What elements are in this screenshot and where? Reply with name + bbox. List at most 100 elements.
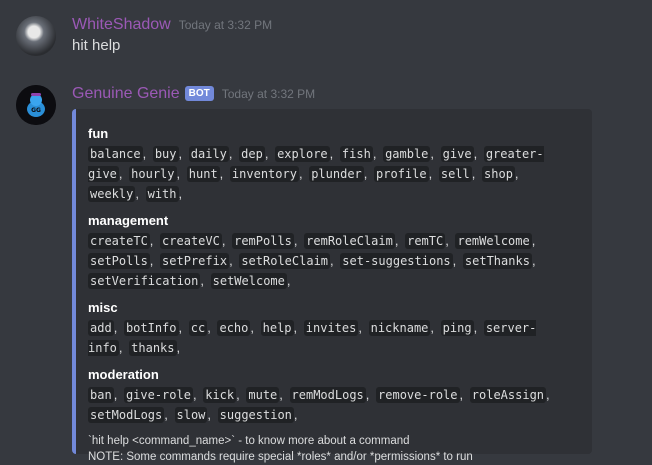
separator: , — [118, 340, 123, 355]
command-suggestion: suggestion — [217, 407, 294, 423]
separator: , — [298, 166, 303, 181]
field-value: add, botInfo, cc, echo, help, invites, n… — [88, 318, 558, 358]
timestamp: Today at 3:32 PM — [178, 18, 273, 32]
command-remWelcome: remWelcome — [455, 233, 532, 249]
separator: , — [279, 387, 283, 402]
command-remModLogs: remModLogs — [289, 387, 366, 403]
command-add: add — [88, 320, 114, 336]
separator: , — [445, 233, 449, 248]
separator: , — [178, 186, 183, 201]
separator: , — [221, 233, 226, 248]
user-avatar[interactable] — [16, 16, 56, 56]
separator: , — [178, 146, 183, 161]
separator: , — [176, 340, 181, 355]
separator: , — [514, 166, 519, 181]
command-setWelcome: setWelcome — [210, 273, 287, 289]
separator: , — [250, 320, 254, 335]
separator: , — [228, 146, 233, 161]
command-setPrefix: setPrefix — [160, 253, 230, 269]
command-help: help — [260, 320, 294, 336]
command-setThanks: setThanks — [462, 253, 532, 269]
separator: , — [118, 166, 123, 181]
command-balance: balance — [88, 146, 143, 162]
separator: , — [473, 146, 478, 161]
separator: , — [365, 387, 370, 402]
command-slow: slow — [174, 407, 208, 423]
command-setRoleClaim: setRoleClaim — [239, 253, 331, 269]
field-name: misc — [88, 300, 118, 315]
command-createVC: createVC — [160, 233, 222, 249]
bot-avatar[interactable]: GG — [16, 85, 56, 125]
separator: , — [372, 146, 377, 161]
separator: , — [264, 146, 269, 161]
separator: , — [142, 146, 147, 161]
separator: , — [329, 146, 334, 161]
footer-line-note: NOTE: Some commands require special *rol… — [88, 451, 473, 463]
command-kick: kick — [203, 387, 237, 403]
separator: , — [219, 166, 224, 181]
command-echo: echo — [217, 320, 251, 336]
separator: , — [286, 273, 291, 288]
command-botInfo: botInfo — [123, 320, 179, 336]
username[interactable]: WhiteShadow — [72, 16, 171, 34]
command-with: with — [145, 186, 179, 202]
separator: , — [293, 320, 298, 335]
message-header: Genuine Genie BOT Today at 3:32 PM — [72, 85, 315, 107]
separator: , — [293, 407, 298, 422]
field-name: fun — [88, 126, 109, 141]
genie-icon: GG — [16, 85, 56, 125]
command-ban: ban — [88, 387, 114, 403]
command-give-role: give-role — [123, 387, 193, 403]
command-sell: sell — [438, 166, 472, 182]
embed-field-moderation: moderation ban, give-role, kick, mute, re… — [88, 366, 580, 425]
separator: , — [149, 233, 154, 248]
message-text: hit help — [72, 37, 121, 54]
command-nickname: nickname — [368, 320, 431, 336]
separator: , — [428, 166, 433, 181]
command-remRoleClaim: remRoleClaim — [304, 233, 395, 249]
separator: , — [471, 166, 476, 181]
separator: , — [330, 253, 334, 268]
separator: , — [229, 253, 233, 268]
separator: , — [363, 166, 368, 181]
separator: , — [178, 320, 183, 335]
command-plunder: plunder — [309, 166, 364, 182]
separator: , — [531, 233, 536, 248]
separator: , — [135, 186, 139, 201]
separator: , — [358, 320, 362, 335]
separator: , — [473, 320, 478, 335]
command-ping: ping — [440, 320, 474, 336]
separator: , — [113, 320, 118, 335]
command-give: give — [440, 146, 474, 162]
command-cc: cc — [188, 320, 208, 336]
separator: , — [236, 387, 240, 402]
bot-badge: BOT — [184, 86, 214, 101]
separator: , — [394, 233, 399, 248]
username[interactable]: Genuine Genie — [72, 85, 180, 103]
command-set-suggestions: set-suggestions — [340, 253, 453, 269]
command-explore: explore — [275, 146, 330, 162]
separator: , — [430, 320, 435, 335]
embed-field-misc: misc add, botInfo, cc, echo, help, invite… — [88, 299, 580, 358]
field-value: ban, give-role, kick, mute, remModLogs, … — [88, 385, 558, 425]
field-name: management — [88, 213, 169, 228]
field-value: balance, buy, daily, dep, explore, fish,… — [88, 144, 558, 204]
field-name: moderation — [88, 367, 159, 382]
avatar-text: GG — [31, 107, 41, 114]
command-remPolls: remPolls — [232, 233, 294, 249]
embed-footer: `hit help <command_name>` - to know more… — [88, 433, 580, 465]
command-roleAssign: roleAssign — [469, 387, 547, 403]
command-dep: dep — [239, 146, 265, 162]
separator: , — [293, 233, 298, 248]
command-setPolls: setPolls — [88, 253, 150, 269]
embed-fields: fun balance, buy, daily, dep, explore, fi… — [88, 125, 580, 425]
separator: , — [164, 407, 168, 422]
command-createTC: createTC — [88, 233, 150, 249]
separator: , — [459, 387, 464, 402]
separator: , — [207, 407, 212, 422]
command-setModLogs: setModLogs — [88, 407, 165, 423]
command-shop: shop — [482, 166, 515, 182]
help-embed: fun balance, buy, daily, dep, explore, fi… — [72, 109, 592, 463]
field-value: createTC, createVC, remPolls, remRoleCla… — [88, 231, 558, 291]
separator: , — [200, 273, 204, 288]
